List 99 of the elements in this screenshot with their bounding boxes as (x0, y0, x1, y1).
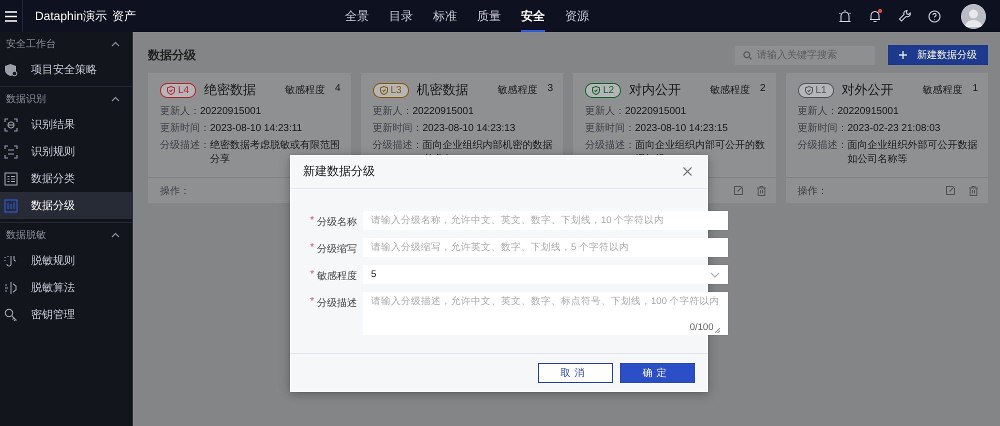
page-title: 数据分级 (148, 46, 197, 64)
level-tag: L4 (160, 82, 196, 98)
chevron-up-icon[interactable] (111, 232, 120, 238)
level-tag: L1 (798, 82, 834, 98)
hook-icon (4, 254, 18, 268)
field-value: 2023-08-10 14:23:11 (210, 122, 302, 136)
sidebar-group-title: 安全工作台 (6, 38, 56, 51)
operations-label: 操作： (160, 186, 190, 196)
chevron-up-icon[interactable] (111, 96, 120, 102)
table-icon (4, 172, 18, 186)
app-title: Dataphin演示 (35, 8, 108, 24)
sidebar-item[interactable]: 密钥管理 (0, 301, 132, 328)
operations-label: 操作： (798, 186, 828, 196)
field-label: 更新人： (798, 105, 838, 119)
field-label: 更新时间： (160, 122, 210, 136)
key-icon (4, 308, 18, 322)
sensitivity-value: 4 (334, 83, 340, 96)
field-value: 2023-02-23 21:08:03 (848, 122, 940, 136)
confirm-button[interactable]: 确定 (620, 363, 695, 383)
sensitivity-value: 1 (972, 83, 978, 96)
sensitivity-value: 3 (547, 83, 553, 96)
sidebar-item[interactable]: 识别结果 (0, 111, 132, 138)
wrench-icon[interactable] (898, 9, 912, 23)
scan-rule-icon (4, 144, 18, 158)
field-value: 绝密数据考虑脱敏或有限范围分享 (210, 139, 340, 165)
field-label: 分级名称 (317, 216, 357, 229)
dialog-title: 新建数据分级 (303, 163, 375, 180)
new-level-button[interactable]: 新建数据分级 (888, 45, 988, 65)
split-icon (4, 280, 18, 294)
field-value: 面向企业组织外部可公开数据如公司名称等 (848, 139, 978, 167)
field-value: 20220915001 (625, 105, 686, 119)
char-counter: 0/100 (690, 322, 714, 333)
level-name: 绝密数据 (204, 81, 258, 99)
field-value: 20220915001 (412, 105, 474, 119)
nav-tab[interactable]: 质量 (477, 0, 501, 32)
select-field[interactable]: 5 (363, 265, 728, 284)
shield-gear-icon (4, 62, 18, 76)
section-title: 资产 (112, 8, 136, 24)
sensitivity-label: 敏感程度 (922, 84, 962, 97)
scan-icon (4, 118, 18, 132)
level-name: 机密数据 (416, 81, 470, 99)
sidebar-item[interactable]: 脱敏规则 (0, 247, 132, 274)
required-mark: * (310, 215, 314, 226)
bell-icon[interactable] (868, 9, 882, 23)
chevron-up-icon[interactable] (111, 41, 120, 47)
sensitivity-value: 2 (760, 83, 766, 96)
cancel-button[interactable]: 取消 (538, 363, 613, 383)
level-name: 对内公开 (629, 81, 682, 99)
textarea-field[interactable]: 请输入分级描述，允许中文、英文、数字、标点符号、下划线，100 个字符以内 0/100 (363, 292, 728, 335)
level-tag: L3 (372, 82, 409, 98)
field-label: 分级描述 (317, 296, 357, 310)
field-label: 更新时间： (798, 122, 848, 136)
nav-tab[interactable]: 全景 (345, 0, 369, 32)
field-label: 更新人： (372, 105, 412, 119)
close-icon[interactable] (683, 167, 692, 176)
alarm-icon[interactable] (838, 9, 852, 23)
field-value: 2023-08-10 14:23:15 (635, 122, 728, 136)
shield-icon (804, 86, 812, 94)
sidebar-group-title: 数据脱敏 (6, 229, 46, 242)
avatar-icon[interactable] (961, 4, 986, 28)
field-value: 20220915001 (838, 105, 899, 119)
field-label: 分级描述： (798, 139, 848, 153)
field-label: 分级描述： (372, 139, 422, 153)
field-label: 敏感程度 (317, 270, 357, 283)
sensitivity-label: 敏感程度 (284, 84, 325, 97)
sidebar-item[interactable]: 识别规则 (0, 138, 132, 165)
shield-icon (592, 86, 600, 94)
level-name: 对外公开 (842, 81, 895, 99)
help-icon[interactable] (928, 10, 941, 22)
sidebar-group-title: 数据识别 (6, 93, 46, 106)
shield-icon (167, 86, 175, 94)
required-mark: * (310, 269, 314, 280)
field-label: 更新人： (585, 105, 625, 119)
shield-icon (380, 86, 388, 94)
field-value: 20220915001 (200, 105, 262, 119)
sidebar-item[interactable]: 数据分类 (0, 165, 132, 192)
menu-icon[interactable] (5, 10, 17, 22)
sidebar-item[interactable]: 数据分级 (0, 192, 132, 219)
field-label: 分级缩写 (317, 242, 357, 256)
nav-tab[interactable]: 目录 (389, 0, 413, 32)
nav-tab[interactable]: 标准 (433, 0, 457, 32)
field-label: 更新时间： (585, 122, 635, 136)
required-mark: * (310, 296, 314, 307)
plus-icon (899, 51, 907, 59)
resize-grip-icon[interactable] (714, 328, 720, 333)
sidebar-item[interactable]: 脱敏算法 (0, 274, 132, 301)
field-label: 更新时间： (372, 122, 422, 136)
level-tag: L2 (585, 82, 622, 98)
sidebar-item[interactable]: 项目安全策略 (0, 56, 132, 83)
nav-tab[interactable]: 资源 (565, 0, 589, 32)
field-value: 2023-08-10 14:23:13 (422, 122, 516, 136)
required-mark: * (310, 242, 314, 253)
level-icon (4, 198, 18, 212)
field-label: 分级描述： (585, 139, 635, 153)
field-label: 更新人： (160, 105, 200, 119)
search-icon (743, 50, 752, 60)
field-label: 分级描述： (160, 139, 210, 153)
sensitivity-label: 敏感程度 (710, 84, 750, 97)
sensitivity-label: 敏感程度 (497, 84, 538, 97)
